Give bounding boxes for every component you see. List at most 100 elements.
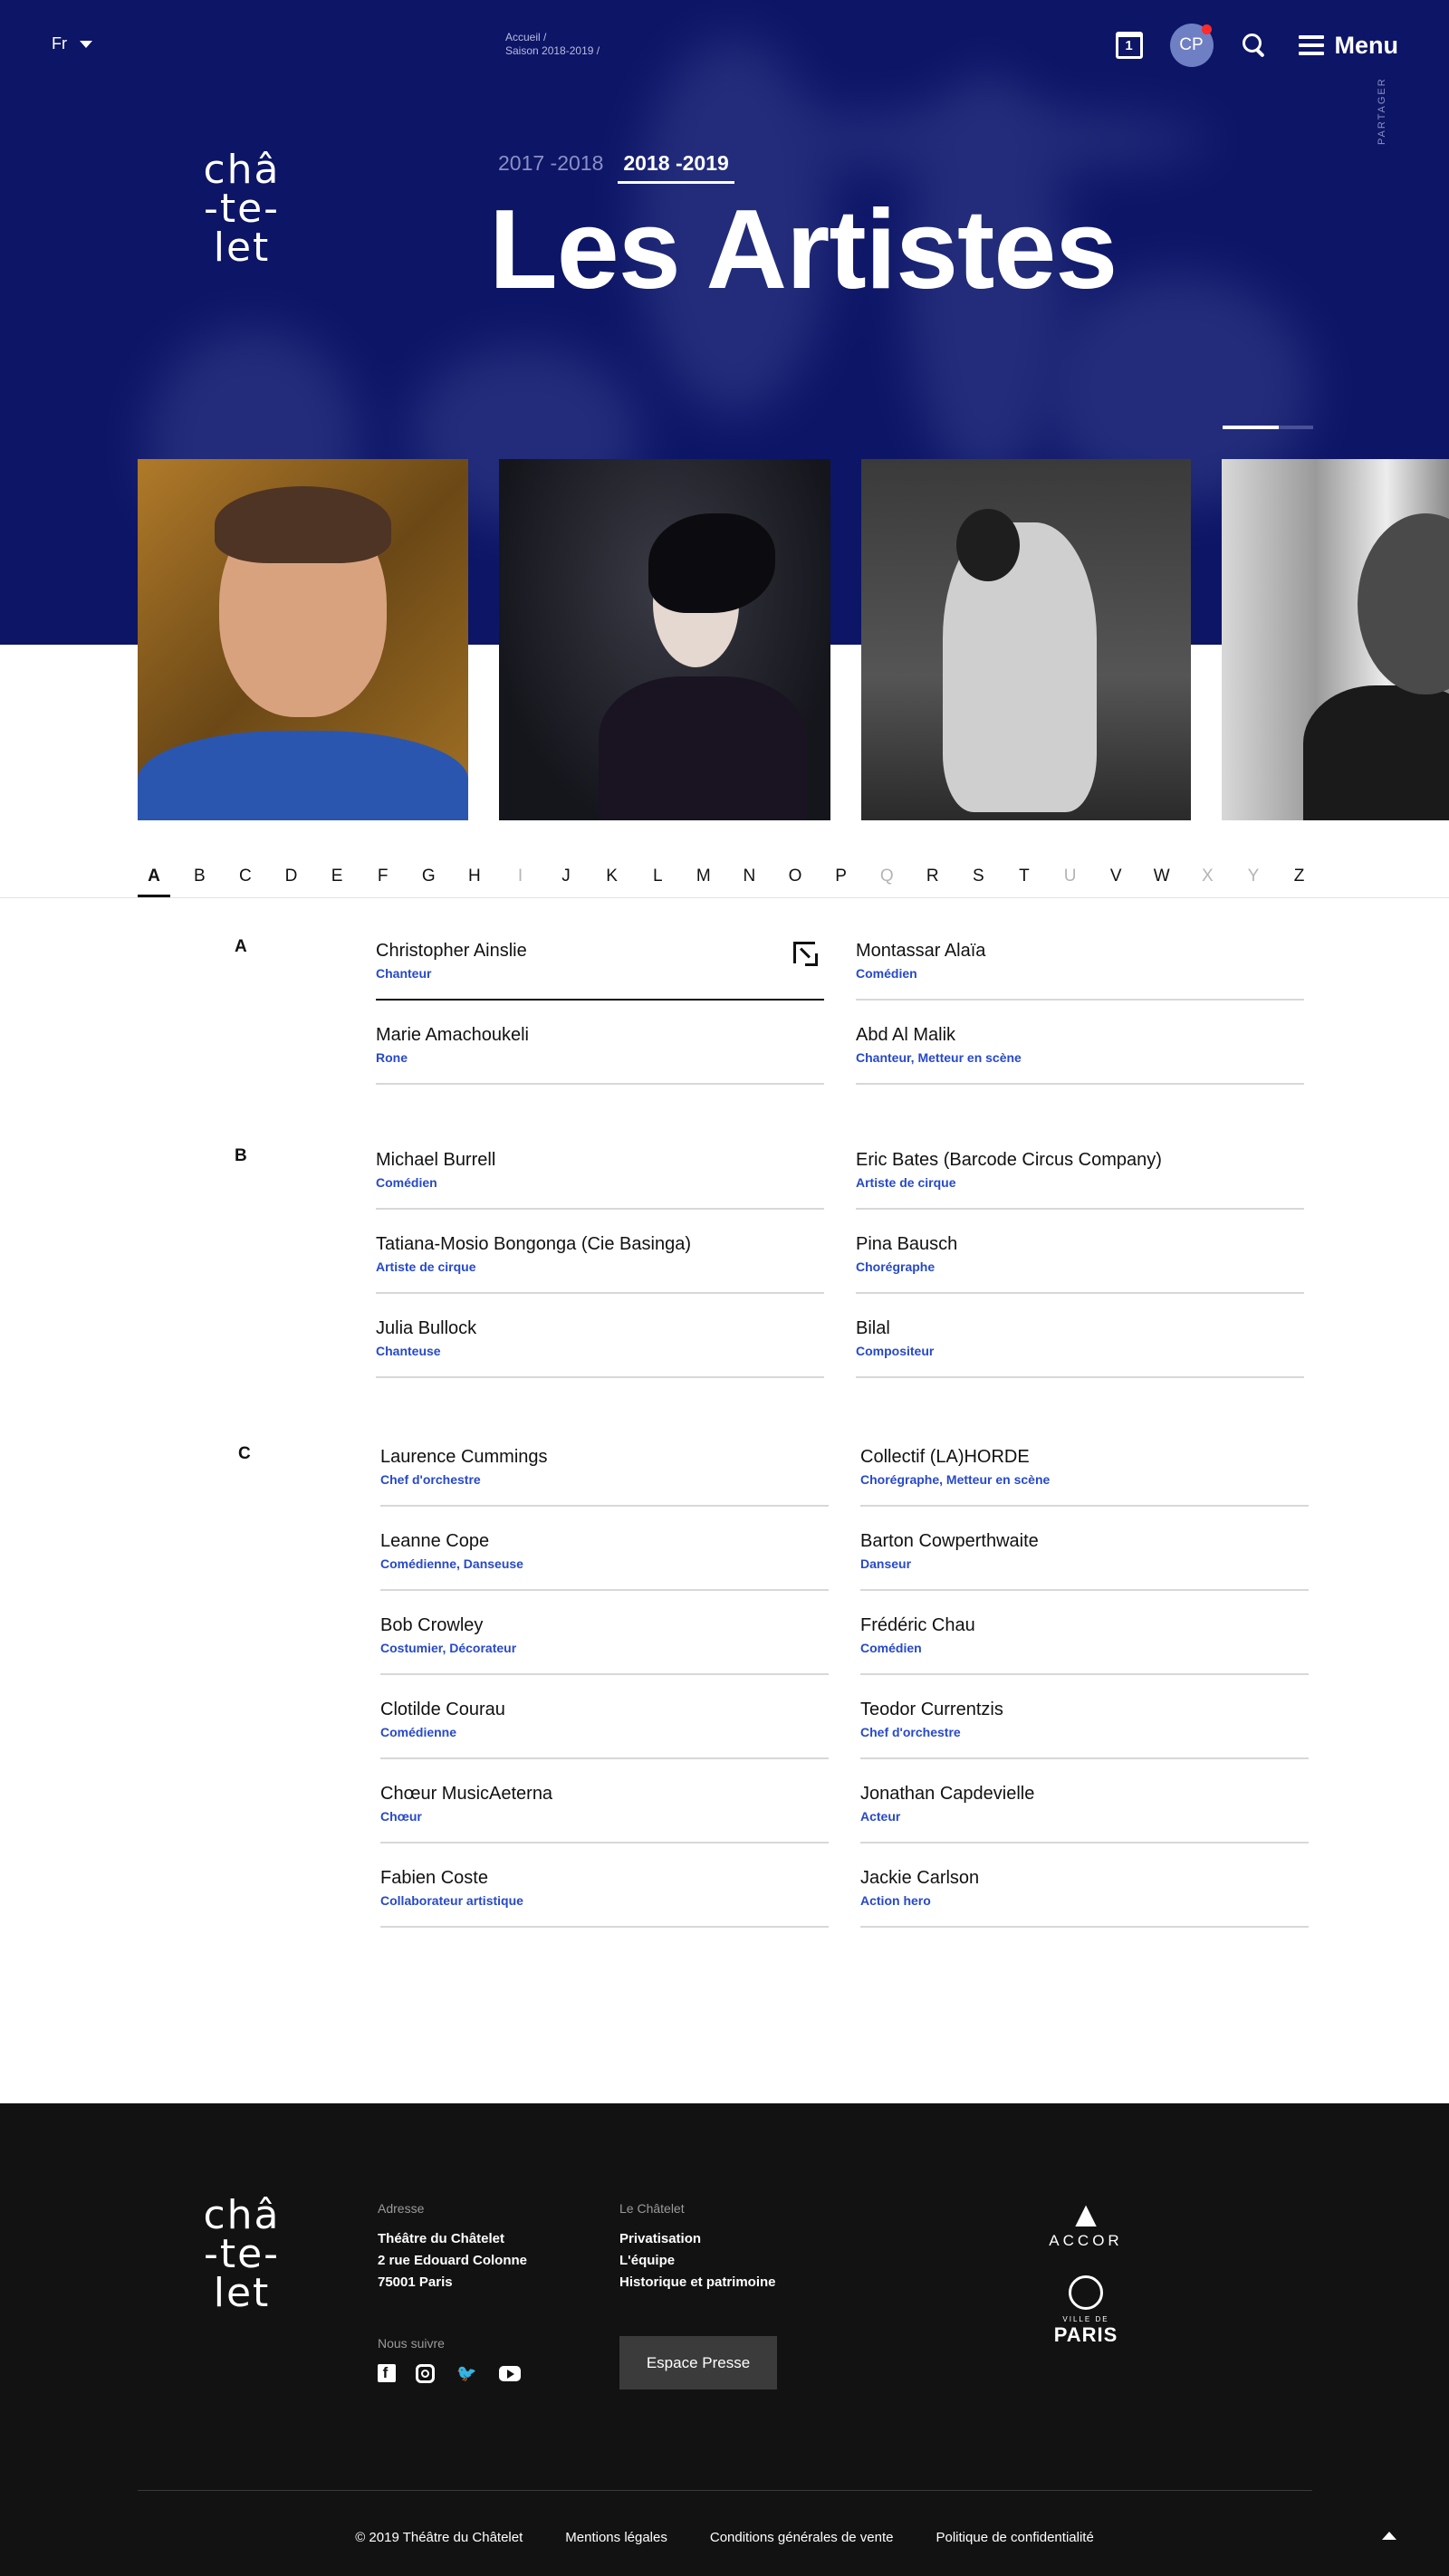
alphabet-letter[interactable]: F <box>360 867 406 897</box>
artist-item[interactable]: Jackie Carlson Action hero <box>860 1843 1309 1928</box>
artist-item[interactable]: Collectif (LA)HORDE Chorégraphe, Metteur … <box>860 1422 1309 1507</box>
footer-address: Adresse Théâtre du Châtelet 2 rue Edouar… <box>378 2198 527 2294</box>
artist-item[interactable]: Leanne Cope Comédienne, Danseuse <box>380 1507 829 1591</box>
alphabet-letter[interactable]: M <box>681 867 727 897</box>
language-label: Fr <box>52 34 67 53</box>
copyright: © 2019 Théâtre du Châtelet <box>355 2530 523 2545</box>
alphabet-letter[interactable]: H <box>452 867 498 897</box>
artist-item[interactable]: Abd Al Malik Chanteur, Metteur en scène <box>856 1001 1304 1085</box>
artist-item[interactable]: Montassar Alaïa Comédien <box>856 916 1304 1001</box>
artist-item[interactable]: Tatiana-Mosio Bongonga (Cie Basinga) Arti… <box>376 1210 824 1294</box>
alphabet-letter[interactable]: G <box>406 867 452 897</box>
artist-item[interactable]: Bilal Compositeur <box>856 1294 1304 1378</box>
footer-link-privatisation[interactable]: Privatisation <box>619 2228 776 2250</box>
artist-photo[interactable] <box>861 459 1191 820</box>
alphabet-letter[interactable]: W <box>1138 867 1185 897</box>
artist-item[interactable]: Eric Bates (Barcode Circus Company) Artis… <box>856 1125 1304 1210</box>
footer-link-equipe[interactable]: L'équipe <box>619 2250 776 2272</box>
chatelet-logo[interactable]: châ -te- let <box>192 150 292 268</box>
alphabet-letter: Y <box>1247 867 1260 886</box>
artist-item[interactable]: Barton Cowperthwaite Danseur <box>860 1507 1309 1591</box>
artist-item[interactable]: Julia Bullock Chanteuse <box>376 1294 824 1378</box>
artist-roles: Chanteuse <box>376 1344 441 1358</box>
artist-name: Christopher Ainslie <box>376 941 527 961</box>
carousel-progress[interactable] <box>1223 426 1313 429</box>
calendar-icon[interactable]: 1 <box>1115 32 1143 59</box>
artist-photo[interactable] <box>499 459 830 820</box>
search-icon[interactable] <box>1241 32 1268 59</box>
tab-season-2017-2018[interactable]: 2017 -2018 <box>498 151 603 184</box>
alphabet-letter[interactable]: J <box>543 867 590 897</box>
artist-name: Frédéric Chau <box>860 1615 975 1635</box>
artist-item[interactable]: Fabien Coste Collaborateur artistique <box>380 1843 829 1928</box>
open-artist-icon[interactable] <box>793 942 818 966</box>
link-mentions-legales[interactable]: Mentions légales <box>565 2530 667 2545</box>
artist-item[interactable]: Clotilde Courau Comédienne <box>380 1675 829 1759</box>
breadcrumb-season[interactable]: Saison 2018-2019 / <box>505 44 600 58</box>
language-selector[interactable]: Fr <box>52 34 92 53</box>
paris-emblem-icon <box>1069 2275 1103 2310</box>
artist-name: Teodor Currentzis <box>860 1700 1003 1719</box>
artist-name: Pina Bausch <box>856 1234 958 1254</box>
tab-season-2018-2019[interactable]: 2018 -2019 <box>618 151 734 184</box>
breadcrumb-home[interactable]: Accueil / <box>505 31 600 44</box>
youtube-icon[interactable] <box>499 2365 521 2381</box>
artist-item[interactable]: Christopher Ainslie Chanteur <box>376 916 824 1001</box>
paris-sublabel: VILLE DE <box>1062 2315 1109 2323</box>
artist-photo[interactable] <box>1222 459 1449 820</box>
artist-item[interactable]: Pina Bausch Chorégraphe <box>856 1210 1304 1294</box>
twitter-icon[interactable]: 🐦 <box>455 2363 479 2383</box>
alphabet-letter[interactable]: A <box>138 867 170 897</box>
paris-logo[interactable]: VILLE DE PARIS <box>1051 2275 1121 2347</box>
instagram-icon[interactable] <box>416 2363 435 2383</box>
alphabet-letter[interactable]: O <box>772 867 819 897</box>
facebook-icon[interactable]: f <box>378 2364 396 2382</box>
artist-name: Jackie Carlson <box>860 1868 980 1888</box>
alphabet-letter[interactable]: L <box>635 867 681 897</box>
alphabet-letter[interactable]: V <box>1093 867 1139 897</box>
alphabet-letter[interactable]: S <box>955 867 1002 897</box>
logo-line: -te- <box>203 186 281 232</box>
notification-dot <box>1201 24 1212 34</box>
artist-name: Julia Bullock <box>376 1318 477 1338</box>
alphabet-letter[interactable]: P <box>818 867 864 897</box>
link-cgv[interactable]: Conditions générales de vente <box>710 2530 894 2545</box>
artist-item[interactable]: Jonathan Capdevielle Acteur <box>860 1759 1309 1843</box>
artist-item[interactable]: Frédéric Chau Comédien <box>860 1591 1309 1675</box>
user-avatar[interactable]: CP <box>1169 24 1214 67</box>
alphabet-letter[interactable]: B <box>177 867 223 897</box>
chatelet-label: Le Châtelet <box>619 2201 685 2216</box>
artist-roles: Collaborateur artistique <box>380 1893 523 1908</box>
alphabet-letter[interactable]: R <box>910 867 956 897</box>
artist-item[interactable]: Bob Crowley Costumier, Décorateur <box>380 1591 829 1675</box>
back-to-top-icon[interactable] <box>1382 2532 1396 2540</box>
artist-name: Eric Bates (Barcode Circus Company) <box>856 1150 1162 1170</box>
alphabet-letter[interactable]: D <box>268 867 314 897</box>
footer-link-historique[interactable]: Historique et patrimoine <box>619 2272 776 2294</box>
artist-item[interactable]: Laurence Cummings Chef d'orchestre <box>380 1422 829 1507</box>
link-confidentialite[interactable]: Politique de confidentialité <box>936 2530 1094 2545</box>
alphabet-letter[interactable]: T <box>1002 867 1048 897</box>
footer-bottom-links: © 2019 Théâtre du Châtelet Mentions léga… <box>0 2530 1449 2545</box>
share-link[interactable]: PARTAGER <box>1377 77 1387 145</box>
paris-label: PARIS <box>1053 2323 1118 2346</box>
footer-logo[interactable]: châ -te- let <box>192 2196 292 2313</box>
artist-photo[interactable] <box>138 459 468 820</box>
alphabet-letter[interactable]: K <box>589 867 635 897</box>
accor-logo[interactable]: ▲ ACCOR <box>1049 2197 1123 2250</box>
artist-item[interactable]: Michael Burrell Comédien <box>376 1125 824 1210</box>
artist-item[interactable]: Chœur MusicAeterna Chœur <box>380 1759 829 1843</box>
alphabet-letter[interactable]: N <box>726 867 772 897</box>
artist-roles: Chorégraphe, Metteur en scène <box>860 1472 1051 1487</box>
artist-item[interactable]: Marie Amachoukeli Rone <box>376 1001 824 1085</box>
page-title: Les Artistes <box>489 187 1118 312</box>
artist-name: Marie Amachoukeli <box>376 1025 529 1045</box>
artist-roles: Comédien <box>376 1175 437 1190</box>
alphabet-letter[interactable]: E <box>314 867 360 897</box>
menu-button[interactable]: Menu <box>1298 32 1398 60</box>
alphabet-letter[interactable]: C <box>223 867 269 897</box>
alphabet-letter[interactable]: Z <box>1276 867 1322 897</box>
artist-item[interactable]: Teodor Currentzis Chef d'orchestre <box>860 1675 1309 1759</box>
press-button[interactable]: Espace Presse <box>619 2336 777 2389</box>
artist-name: Clotilde Courau <box>380 1700 505 1719</box>
